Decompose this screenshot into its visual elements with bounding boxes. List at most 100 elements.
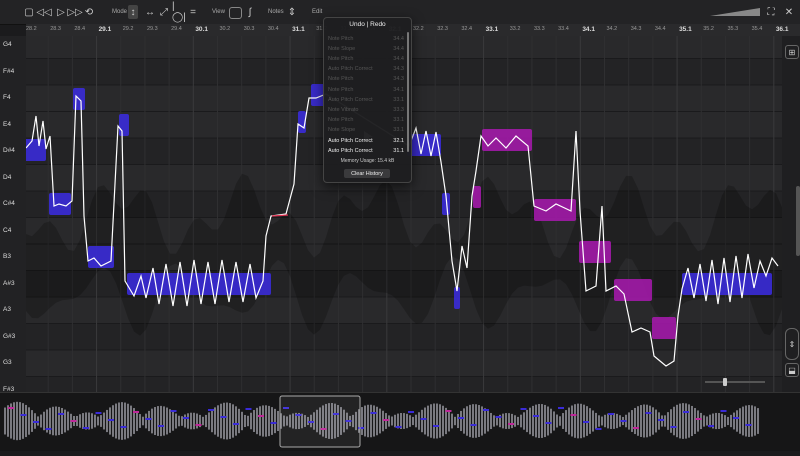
- history-item[interactable]: Note Slope 34.4: [328, 44, 404, 53]
- overview-note: [645, 412, 652, 414]
- options-icon[interactable]: ⊞: [785, 45, 799, 59]
- overview-wave-bar: [4, 407, 6, 435]
- history-item[interactable]: Auto Pitch Correct 33.1: [328, 95, 404, 104]
- overview-wave-bar: [364, 405, 366, 437]
- overview-view-window: [279, 395, 361, 448]
- overview-note: [370, 412, 377, 414]
- blobs-view-button[interactable]: [229, 7, 242, 19]
- popup-scrollbar[interactable]: [407, 32, 409, 152]
- overview-wave-bar: [121, 402, 123, 440]
- scroll-thumb[interactable]: [796, 186, 800, 256]
- overview-note: [95, 412, 102, 414]
- history-item[interactable]: Note Pitch 34.3: [328, 75, 404, 84]
- overview-wave-bar: [700, 412, 702, 430]
- zoom-slider-knob[interactable]: [723, 378, 727, 386]
- overview-wave-bar: [691, 405, 693, 437]
- history-item[interactable]: Auto Pitch Correct 31.1: [328, 146, 404, 155]
- overview-wave-bar: [247, 415, 249, 427]
- time-tool-icon[interactable]: ↔: [143, 5, 157, 19]
- overview-wave-bar: [574, 404, 576, 438]
- notes-stepper-icon[interactable]: ⇕: [285, 5, 299, 19]
- overview-wave-bar: [52, 406, 54, 436]
- overview-note: [83, 427, 89, 429]
- overview-wave-bar: [124, 402, 126, 440]
- save-icon[interactable]: ⬓: [785, 363, 799, 377]
- overview-wave-bar: [238, 408, 240, 434]
- overview-wave-bar: [190, 412, 192, 430]
- history-item[interactable]: Note Pitch 34.4: [328, 34, 404, 43]
- overview-wave-bar: [136, 410, 138, 432]
- key-label: D4: [3, 173, 12, 181]
- overview-note: [120, 426, 127, 428]
- history-item[interactable]: Note Pitch 34.1: [328, 85, 404, 94]
- overview-wave-bar: [421, 409, 423, 433]
- overview-wave-bar: [466, 406, 468, 436]
- fullscreen-icon[interactable]: ⛶: [764, 5, 778, 19]
- overview-wave-bar: [262, 405, 264, 437]
- key-label: F#4: [3, 67, 15, 75]
- overview-note: [545, 422, 552, 424]
- history-item[interactable]: Auto Pitch Correct 32.1: [328, 136, 404, 145]
- history-item-position: 33.1: [393, 117, 404, 124]
- overview-wave-bar: [607, 413, 609, 429]
- ruler-label: 30.2: [219, 26, 231, 32]
- overview-note: [608, 413, 614, 415]
- close-icon[interactable]: ✕: [782, 5, 796, 19]
- history-item-position: 34.3: [393, 66, 404, 73]
- ruler-label: 34.4: [654, 26, 666, 32]
- overview-wave-bar: [580, 403, 582, 439]
- overview-note: [745, 424, 752, 426]
- overview-wave-bar: [631, 410, 633, 432]
- history-item-label: Note Pitch: [328, 117, 354, 124]
- overview-note: [258, 415, 264, 417]
- ruler-label: 35.4: [751, 26, 763, 32]
- overview-wave-bar: [223, 402, 225, 440]
- overview-wave-bar: [727, 416, 729, 426]
- zoom-stepper-icon[interactable]: ⇕: [785, 328, 799, 360]
- history-item-label: Note Vibrato: [328, 106, 359, 113]
- overview-note: [470, 424, 477, 426]
- clear-history-button[interactable]: Clear History: [344, 169, 390, 178]
- vertical-scrollbar[interactable]: ⊞ ⇕ ⬓: [782, 36, 800, 392]
- overview-note: [658, 419, 664, 421]
- equal-tool-icon[interactable]: =: [186, 5, 200, 19]
- slope-tool-icon[interactable]: ⤢: [157, 5, 171, 19]
- history-item[interactable]: Note Slope 33.1: [328, 126, 404, 135]
- play-icon[interactable]: ▷: [54, 5, 68, 19]
- ruler-label: 29.2: [122, 26, 134, 32]
- stop-icon[interactable]: ▢: [22, 5, 36, 19]
- edit-label: Edit: [312, 9, 323, 15]
- loop-icon[interactable]: ⟲: [82, 5, 96, 19]
- history-item-label: Note Slope: [328, 127, 356, 134]
- overview-wave-bar: [589, 408, 591, 434]
- overview-wave-bar: [160, 405, 162, 437]
- volume-slider[interactable]: [710, 8, 760, 16]
- overview-wave-bar: [553, 411, 555, 431]
- overview-wave-bar: [58, 406, 60, 436]
- overview-note: [533, 415, 539, 417]
- rewind-icon[interactable]: ◁◁: [36, 5, 51, 19]
- overview-wave-bar: [550, 408, 552, 434]
- history-item[interactable]: Note Pitch 34.4: [328, 54, 404, 63]
- overview-wave-bar: [175, 413, 177, 429]
- overview-wave-bar: [172, 411, 174, 431]
- overview-note: [558, 407, 564, 409]
- overview-note: [220, 416, 227, 418]
- history-item[interactable]: Note Vibrato 33.3: [328, 105, 404, 114]
- forward-icon[interactable]: ▷▷: [67, 5, 82, 19]
- history-item[interactable]: Note Pitch 33.1: [328, 116, 404, 125]
- curve-view-icon[interactable]: ∫: [243, 5, 257, 19]
- split-tool-icon[interactable]: |◯|: [172, 1, 186, 23]
- note-blob: [119, 114, 129, 136]
- overview-wave-bar: [61, 407, 63, 435]
- overview-wave-bar: [142, 416, 144, 426]
- cursor-tool-icon[interactable]: ↕: [128, 5, 138, 19]
- zoom-slider-track[interactable]: [705, 381, 765, 383]
- overview-wave-bar: [715, 412, 717, 430]
- overview-note: [208, 409, 214, 411]
- overview-wave-bar: [163, 406, 165, 436]
- overview-wave-bar: [271, 407, 273, 435]
- history-item[interactable]: Auto Pitch Correct 34.3: [328, 65, 404, 74]
- overview-waveform[interactable]: [0, 392, 800, 451]
- key-label: G#3: [3, 332, 16, 340]
